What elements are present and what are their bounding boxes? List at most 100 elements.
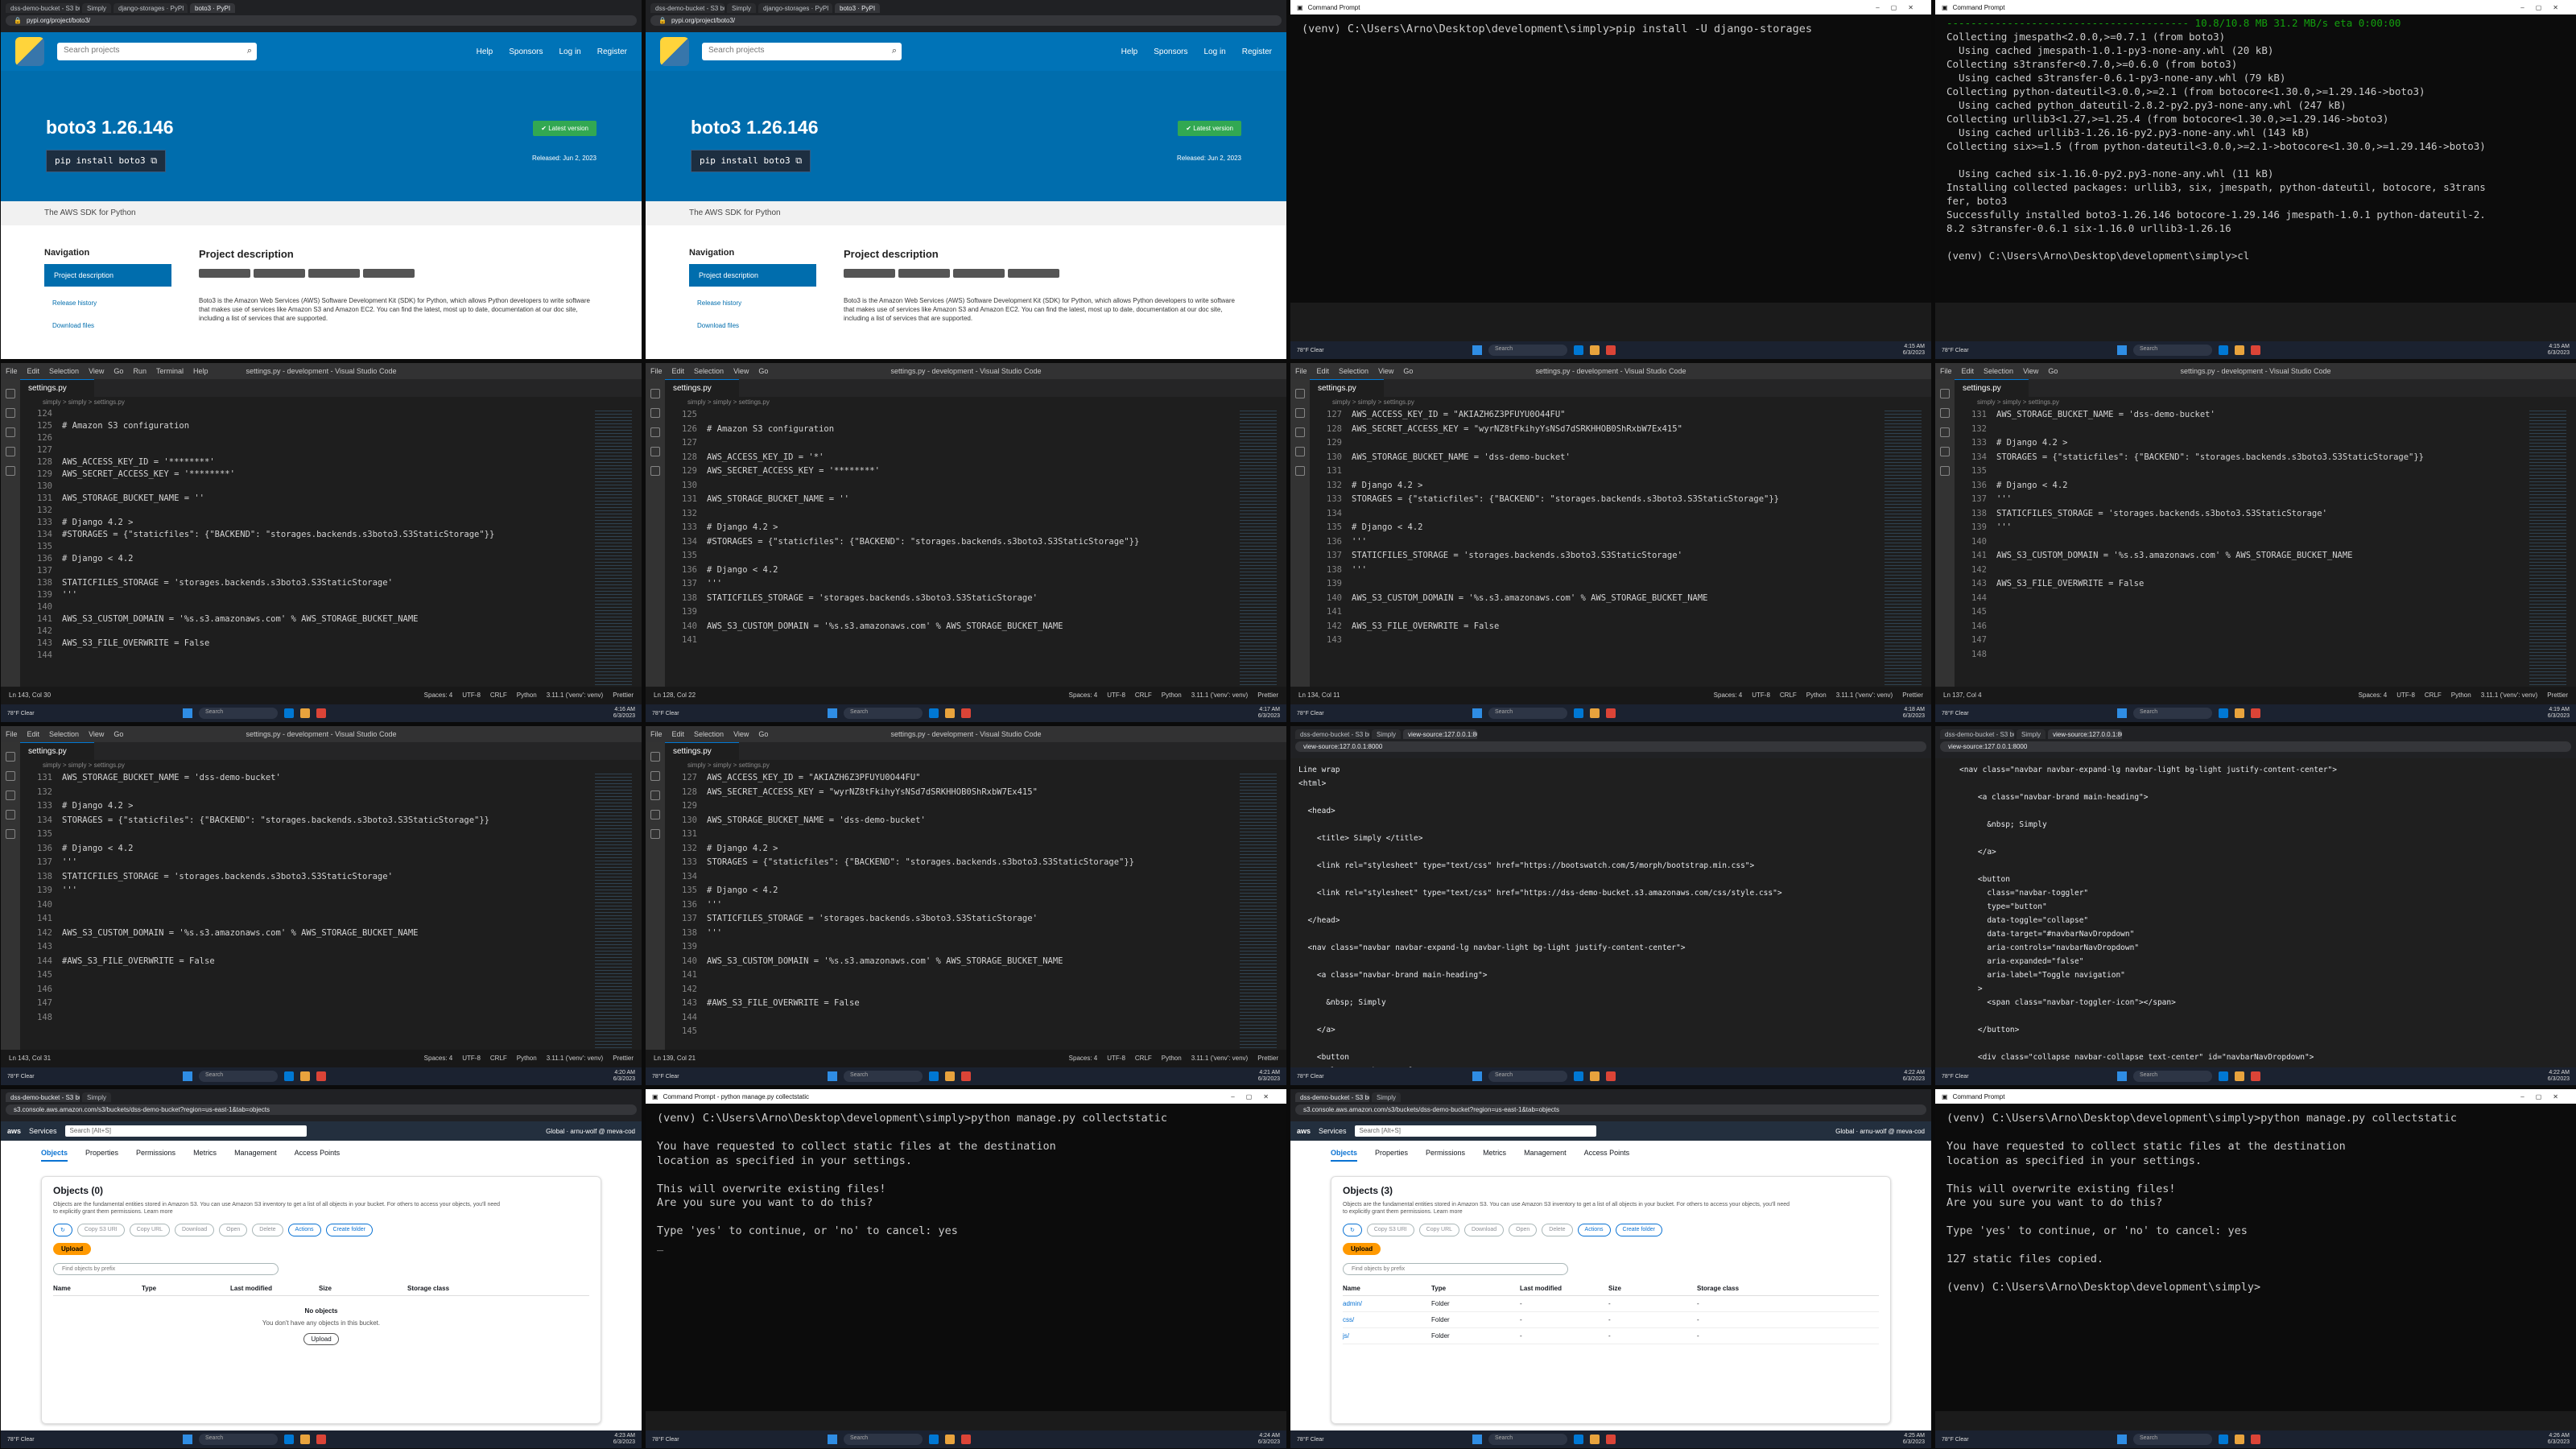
address-bar[interactable]: view-source:127.0.0.1:8000 <box>1295 741 1926 752</box>
aws-logo[interactable]: aws <box>1297 1127 1311 1135</box>
menu-edit[interactable]: Edit <box>1317 367 1330 375</box>
vscode-icon[interactable] <box>929 708 939 718</box>
tab-settings-py[interactable]: settings.py <box>1955 379 2029 397</box>
pypi-logo[interactable] <box>15 37 44 66</box>
latest-version-badge[interactable]: ✔ Latest version <box>533 121 597 136</box>
copy-icon[interactable]: ⧉ <box>795 155 802 166</box>
tab-access-points[interactable]: Access Points <box>1584 1149 1630 1162</box>
browser-tab[interactable]: dss-demo-bucket - S3 bucket <box>650 3 724 13</box>
delete-button[interactable]: Delete <box>1542 1224 1573 1236</box>
menu-view[interactable]: View <box>2023 367 2038 375</box>
download-files-link[interactable]: Download files <box>52 322 94 329</box>
folder-icon[interactable] <box>1590 708 1600 718</box>
menu-terminal[interactable]: Terminal <box>156 367 184 375</box>
browser-tab[interactable]: Simply <box>2017 729 2046 739</box>
menu-run[interactable]: Run <box>133 367 147 375</box>
browser-tab[interactable]: django-storages · PyPI <box>758 3 833 13</box>
folder-icon[interactable] <box>2235 345 2244 355</box>
clock[interactable]: 4:18 AM 6/3/2023 <box>1903 707 1925 720</box>
extensions-icon[interactable] <box>6 466 15 476</box>
menu-view[interactable]: View <box>733 730 749 738</box>
command-prompt-window[interactable]: ▣ Command Prompt –▢✕ (venv) C:\Users\Arno\… <box>1290 0 1931 303</box>
cursor-position[interactable]: Ln 139, Col 21 <box>654 1055 696 1063</box>
browser-tab[interactable]: Simply <box>82 1092 112 1102</box>
code-editor[interactable]: 131 132 133 134 135 136 137 138 139 140 … <box>20 771 642 1050</box>
run-debug-icon[interactable] <box>1940 447 1950 456</box>
browser-tab[interactable]: Simply <box>1372 729 1402 739</box>
cursor-position[interactable]: Ln 128, Col 22 <box>654 691 696 700</box>
breadcrumb[interactable]: simply > simply > settings.py <box>20 760 642 771</box>
browser-tab[interactable]: view-source:127.0.0.1:8000 <box>1403 729 1478 739</box>
search-icon[interactable] <box>6 771 15 781</box>
upload-button[interactable]: Upload <box>53 1243 92 1255</box>
vscode-icon[interactable] <box>929 1435 939 1444</box>
source-control-icon[interactable] <box>6 791 15 800</box>
breadcrumb[interactable]: simply > simply > settings.py <box>1310 397 1931 408</box>
actions-button[interactable]: Actions <box>287 1224 321 1236</box>
menu-go[interactable]: Go <box>758 730 768 738</box>
explorer-icon[interactable] <box>1940 389 1950 398</box>
clock[interactable]: 4:26 AM 6/3/2023 <box>2548 1433 2570 1446</box>
address-bar[interactable]: s3.console.aws.amazon.com/s3/buckets/dss… <box>6 1104 637 1115</box>
copy-url-button[interactable]: Copy URL <box>1418 1224 1460 1236</box>
vscode-icon[interactable] <box>2219 345 2228 355</box>
create-folder-button[interactable]: Create folder <box>325 1224 373 1236</box>
run-debug-icon[interactable] <box>6 810 15 819</box>
extensions-icon[interactable] <box>650 466 660 476</box>
find-objects-input[interactable]: Find objects by prefix <box>1343 1263 1568 1275</box>
cursor-position[interactable]: Ln 143, Col 31 <box>9 1055 51 1063</box>
vscode-icon[interactable] <box>1574 345 1583 355</box>
copy-s3-uri-button[interactable]: Copy S3 URI <box>76 1224 125 1236</box>
folder-link[interactable]: css/ <box>1343 1316 1431 1323</box>
taskbar-search[interactable]: Search <box>844 1434 923 1445</box>
taskbar-search[interactable]: Search <box>2133 1071 2212 1082</box>
tab-permissions[interactable]: Permissions <box>136 1149 175 1162</box>
clock[interactable]: 4:22 AM 6/3/2023 <box>2548 1070 2570 1083</box>
nav-sponsors[interactable]: Sponsors <box>1154 47 1187 56</box>
tab-access-points[interactable]: Access Points <box>295 1149 341 1162</box>
windows-start-icon[interactable] <box>828 708 837 718</box>
clock[interactable]: 4:22 AM 6/3/2023 <box>1903 1070 1925 1083</box>
nav-help[interactable]: Help <box>1121 47 1138 56</box>
chrome-icon[interactable] <box>2251 345 2260 355</box>
tab-metrics[interactable]: Metrics <box>1483 1149 1506 1162</box>
menu-file[interactable]: File <box>1295 367 1307 375</box>
folder-icon[interactable] <box>2235 1071 2244 1081</box>
menu-file[interactable]: File <box>6 730 18 738</box>
window-controls[interactable]: –▢✕ <box>2520 4 2570 11</box>
run-debug-icon[interactable] <box>6 447 15 456</box>
windows-start-icon[interactable] <box>2117 345 2127 355</box>
upload-button[interactable]: Upload <box>1343 1243 1381 1255</box>
install-command[interactable]: pip install boto3 ⧉ <box>46 150 167 172</box>
clock[interactable]: 4:23 AM 6/3/2023 <box>613 1433 635 1446</box>
terminal-output[interactable]: (venv) C:\Users\Arno\Desktop\development… <box>646 1104 1286 1261</box>
tab-settings-py[interactable]: settings.py <box>665 379 739 397</box>
menu-file[interactable]: File <box>650 730 663 738</box>
nav-register[interactable]: Register <box>1242 47 1272 56</box>
taskbar-search[interactable]: Search <box>2133 345 2212 356</box>
browser-tab[interactable]: dss-demo-bucket - S3 bucket <box>6 1092 80 1102</box>
delete-button[interactable]: Delete <box>252 1224 283 1236</box>
source-control-icon[interactable] <box>1295 427 1305 437</box>
window-controls[interactable]: –▢✕ <box>1876 4 1925 11</box>
window-controls[interactable]: –▢✕ <box>1231 1093 1280 1100</box>
extensions-icon[interactable] <box>1940 466 1950 476</box>
browser-tab[interactable]: boto3 · PyPI <box>190 3 236 13</box>
code-text[interactable]: AWS_STORAGE_BUCKET_NAME = 'dss-demo-buck… <box>62 771 489 1011</box>
search-icon[interactable]: ⌕ <box>892 46 897 56</box>
chrome-icon[interactable] <box>1606 345 1616 355</box>
create-folder-button[interactable]: Create folder <box>1615 1224 1662 1236</box>
folder-icon[interactable] <box>300 708 310 718</box>
vscode-icon[interactable] <box>284 1071 294 1081</box>
command-prompt-window[interactable]: ▣ Command Prompt –▢✕ (venv) C:\Users\Arno\… <box>1935 1089 2576 1411</box>
extensions-icon[interactable] <box>6 829 15 839</box>
terminal-output[interactable]: (venv) C:\Users\Arno\Desktop\development… <box>1290 14 1931 45</box>
open-button[interactable]: Open <box>219 1224 248 1236</box>
search-icon[interactable] <box>1295 408 1305 418</box>
minimap[interactable] <box>595 771 632 1050</box>
console-search[interactable]: Search [Alt+S] <box>1354 1125 1596 1137</box>
browser-tab[interactable]: dss-demo-bucket - S3 bucket <box>6 3 80 13</box>
command-prompt-window[interactable]: ▣ Command Prompt - python manage.py colle… <box>646 1089 1286 1411</box>
windows-start-icon[interactable] <box>1472 345 1482 355</box>
browser-tab[interactable]: Simply <box>1372 1092 1402 1102</box>
